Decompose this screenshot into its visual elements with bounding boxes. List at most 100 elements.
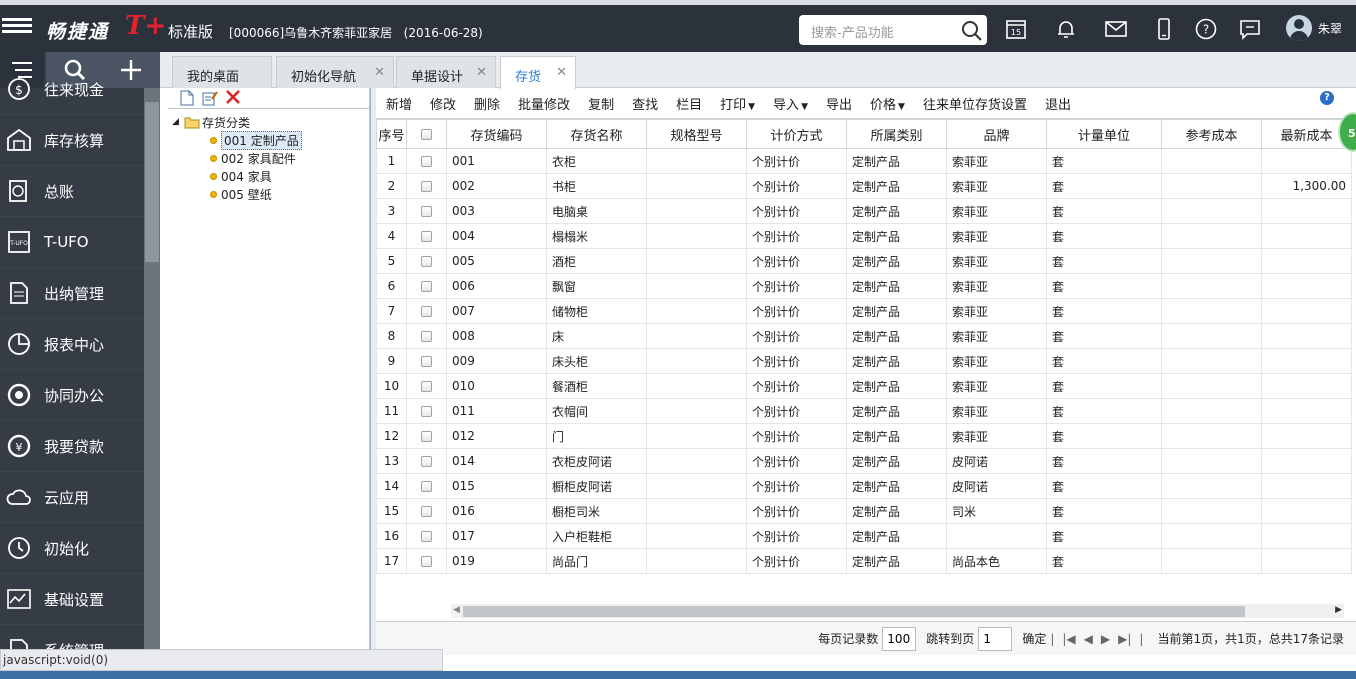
column-header[interactable]: 规格型号 bbox=[646, 119, 747, 149]
sidebar-item[interactable]: 总账 bbox=[0, 166, 144, 217]
edit-icon[interactable] bbox=[202, 90, 218, 106]
table-row[interactable]: 1 001 衣柜 个别计价 定制产品 索菲亚套 bbox=[376, 148, 1352, 174]
close-icon[interactable]: ✕ bbox=[556, 65, 567, 80]
row-checkbox[interactable] bbox=[421, 431, 432, 442]
table-row[interactable]: 15 016 橱柜司米 个别计价 定制产品 司米套 bbox=[376, 498, 1352, 524]
tab-inventory[interactable]: 存货 ✕ bbox=[500, 56, 576, 89]
grid-scroll-thumb[interactable] bbox=[463, 606, 1245, 617]
column-header[interactable]: 所属类别 bbox=[846, 119, 947, 149]
table-row[interactable]: 4 004 榻榻米 个别计价 定制产品 索菲亚套 bbox=[376, 223, 1352, 249]
row-checkbox[interactable] bbox=[421, 231, 432, 242]
column-header[interactable]: 计价方式 bbox=[746, 119, 847, 149]
row-checkbox[interactable] bbox=[421, 456, 432, 467]
last-page-icon[interactable]: ▶| bbox=[1118, 632, 1131, 646]
main-menu-icon[interactable] bbox=[2, 15, 32, 41]
sidebar-item[interactable]: 初始化 bbox=[0, 523, 144, 574]
row-checkbox[interactable] bbox=[421, 556, 432, 567]
mail-icon[interactable] bbox=[1104, 17, 1128, 41]
toolbar-button[interactable]: 导入 ▼ bbox=[773, 94, 808, 113]
table-row[interactable]: 6 006 飘窗 个别计价 定制产品 索菲亚套 bbox=[376, 273, 1352, 299]
tree-node[interactable]: 001 定制产品 bbox=[172, 130, 369, 150]
search-icon[interactable] bbox=[961, 20, 983, 42]
tree-root[interactable]: ◢ 存货分类 bbox=[172, 113, 369, 131]
jump-page-input[interactable] bbox=[978, 626, 1013, 651]
table-row[interactable]: 12 012 门 个别计价 定制产品 索菲亚套 bbox=[376, 423, 1352, 449]
collapse-icon[interactable]: ◢ bbox=[172, 117, 184, 127]
close-icon[interactable]: ✕ bbox=[374, 65, 385, 80]
table-row[interactable]: 10 010 餐酒柜 个别计价 定制产品 索菲亚套 bbox=[376, 373, 1352, 399]
table-row[interactable]: 3 003 电脑桌 个别计价 定制产品 索菲亚套 bbox=[376, 198, 1352, 224]
select-all-checkbox[interactable] bbox=[421, 128, 432, 140]
toolbar-button[interactable]: 批量修改 bbox=[518, 94, 570, 113]
sidebar-scrollbar[interactable] bbox=[144, 88, 160, 679]
next-page-icon[interactable]: ▶ bbox=[1101, 632, 1110, 646]
help-icon[interactable]: ? bbox=[1320, 91, 1334, 105]
first-page-icon[interactable]: |◀ bbox=[1062, 632, 1075, 646]
sidebar-item[interactable]: T-UFO T-UFO bbox=[0, 217, 144, 268]
row-checkbox[interactable] bbox=[421, 531, 432, 542]
row-checkbox[interactable] bbox=[421, 481, 432, 492]
column-header[interactable]: 存货编码 bbox=[446, 119, 547, 149]
chat-icon[interactable] bbox=[1238, 17, 1262, 41]
column-header[interactable]: 计量单位 bbox=[1046, 119, 1162, 149]
toolbar-button[interactable]: 修改 bbox=[430, 94, 456, 113]
row-checkbox[interactable] bbox=[421, 331, 432, 342]
row-checkbox[interactable] bbox=[421, 206, 432, 217]
scroll-left-icon[interactable]: ◀ bbox=[453, 605, 460, 615]
tree-node[interactable]: 002 家具配件 bbox=[172, 149, 369, 167]
mobile-icon[interactable] bbox=[1152, 17, 1176, 41]
column-header[interactable]: 序号 bbox=[376, 119, 407, 149]
sidebar-item[interactable]: $ 往来现金 bbox=[0, 64, 144, 115]
row-checkbox[interactable] bbox=[421, 306, 432, 317]
tree-node[interactable]: 004 家具 bbox=[172, 167, 369, 185]
toolbar-button[interactable]: 价格 ▼ bbox=[870, 94, 905, 113]
row-checkbox[interactable] bbox=[421, 356, 432, 367]
toolbar-button[interactable]: 退出 bbox=[1045, 94, 1071, 113]
table-row[interactable]: 7 007 储物柜 个别计价 定制产品 索菲亚套 bbox=[376, 298, 1352, 324]
sidebar-item[interactable]: ¥ 我要贷款 bbox=[0, 421, 144, 472]
tab-doc-design[interactable]: 单据设计 ✕ bbox=[396, 56, 496, 88]
tree-node[interactable]: 005 壁纸 bbox=[172, 185, 369, 203]
per-page-input[interactable] bbox=[882, 626, 917, 651]
table-row[interactable]: 5 005 酒柜 个别计价 定制产品 索菲亚套 bbox=[376, 248, 1352, 274]
bell-icon[interactable] bbox=[1054, 17, 1078, 41]
new-doc-icon[interactable] bbox=[180, 90, 194, 106]
toolbar-button[interactable]: 往来单位存货设置 bbox=[923, 94, 1027, 113]
toolbar-button[interactable]: 导出 bbox=[826, 94, 852, 113]
column-header[interactable] bbox=[406, 119, 447, 149]
tab-init-guide[interactable]: 初始化导航 ✕ bbox=[276, 56, 394, 88]
row-checkbox[interactable] bbox=[421, 156, 432, 167]
row-checkbox[interactable] bbox=[421, 281, 432, 292]
calendar-icon[interactable]: 15 bbox=[1004, 17, 1028, 41]
confirm-button[interactable]: 确定 bbox=[1022, 630, 1046, 647]
toolbar-button[interactable]: 打印 ▼ bbox=[720, 94, 755, 113]
table-row[interactable]: 14 015 橱柜皮阿诺 个别计价 定制产品 皮阿诺套 bbox=[376, 473, 1352, 499]
table-row[interactable]: 17 019 尚品门 个别计价 定制产品 尚品本色套 bbox=[376, 548, 1352, 574]
grid-horizontal-scrollbar[interactable]: ◀ ▶ bbox=[451, 604, 1344, 618]
table-row[interactable]: 2 002 书柜 个别计价 定制产品 索菲亚套 1,300.00 bbox=[376, 173, 1352, 199]
toolbar-button[interactable]: 栏目 bbox=[676, 94, 702, 113]
table-row[interactable]: 9 009 床头柜 个别计价 定制产品 索菲亚套 bbox=[376, 348, 1352, 374]
row-checkbox[interactable] bbox=[421, 256, 432, 267]
sidebar-item[interactable]: 基础设置 bbox=[0, 574, 144, 625]
prev-page-icon[interactable]: ◀ bbox=[1084, 632, 1093, 646]
row-checkbox[interactable] bbox=[421, 506, 432, 517]
scroll-right-icon[interactable]: ▶ bbox=[1335, 605, 1342, 615]
column-header[interactable]: 存货名称 bbox=[546, 119, 647, 149]
sidebar-item[interactable]: 库存核算 bbox=[0, 115, 144, 166]
sidebar-item[interactable]: 出纳管理 bbox=[0, 268, 144, 319]
toolbar-button[interactable]: 查找 bbox=[632, 94, 658, 113]
delete-icon[interactable] bbox=[226, 90, 240, 104]
table-row[interactable]: 8 008 床 个别计价 定制产品 索菲亚套 bbox=[376, 323, 1352, 349]
sidebar-item[interactable]: 协同办公 bbox=[0, 370, 144, 421]
row-checkbox[interactable] bbox=[421, 406, 432, 417]
column-header[interactable]: 品牌 bbox=[946, 119, 1047, 149]
column-header[interactable]: 参考成本 bbox=[1161, 119, 1262, 149]
close-icon[interactable]: ✕ bbox=[476, 65, 487, 80]
toolbar-button[interactable]: 新增 bbox=[386, 94, 412, 113]
row-checkbox[interactable] bbox=[421, 381, 432, 392]
help-icon[interactable]: ? bbox=[1194, 17, 1218, 41]
sidebar-scroll-thumb[interactable] bbox=[145, 102, 159, 262]
toolbar-button[interactable]: 删除 bbox=[474, 94, 500, 113]
table-row[interactable]: 16 017 入户柜鞋柜 个别计价 定制产品 套 bbox=[376, 523, 1352, 549]
